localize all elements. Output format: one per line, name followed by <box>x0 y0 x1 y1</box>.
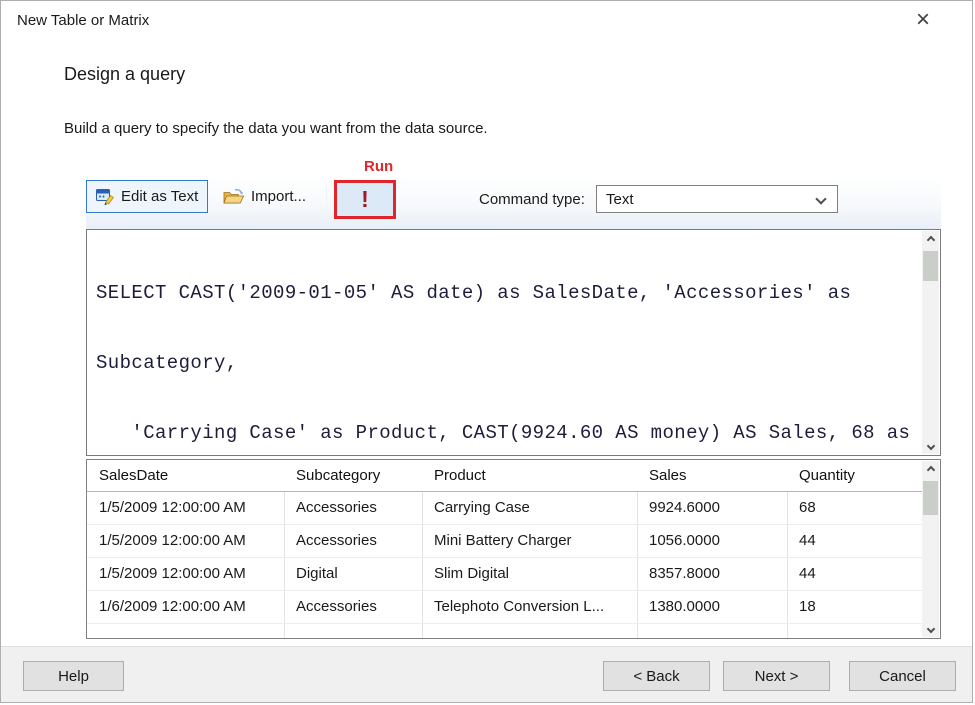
scrollbar-thumb[interactable] <box>923 481 938 515</box>
cell-salesdate: 1/5/2009 12:00:00 AM <box>87 525 284 558</box>
import-label: Import... <box>251 188 306 205</box>
import-button[interactable]: Import... <box>217 182 312 211</box>
page-title: Design a query <box>64 64 185 85</box>
cell-salesdate: 1/5/2009 12:00:00 AM <box>87 558 284 591</box>
cell-sales: 1380.0000 <box>637 591 787 624</box>
next-button[interactable]: Next > <box>723 661 830 691</box>
cell-quantity: 18 <box>787 591 923 624</box>
run-exclamation-icon: ! <box>361 188 369 211</box>
page-description: Build a query to specify the data you wa… <box>64 120 488 137</box>
results-vertical-scrollbar[interactable] <box>922 461 939 637</box>
column-header[interactable]: Product <box>422 460 637 492</box>
column-header[interactable]: Sales <box>637 460 787 492</box>
column-header[interactable]: SalesDate <box>87 460 284 492</box>
command-type-label: Command type: <box>479 191 585 208</box>
chevron-down-icon <box>815 193 826 204</box>
footer-bar: Help < Back Next > Cancel <box>1 646 973 703</box>
results-header-row: SalesDate Subcategory Product Sales Quan… <box>87 460 923 492</box>
query-text-editor[interactable]: SELECT CAST('2009-01-05' AS date) as Sal… <box>86 229 941 456</box>
cell-product: Carrying Case <box>422 492 637 525</box>
query-vertical-scrollbar[interactable] <box>922 231 939 454</box>
cell-quantity: 68 <box>787 492 923 525</box>
new-table-or-matrix-dialog: New Table or Matrix × Design a query Bui… <box>0 0 973 703</box>
table-row[interactable]: 1/5/2009 12:00:00 AM Digital Slim Digita… <box>87 558 923 591</box>
cell-product: Mini Battery Charger <box>422 525 637 558</box>
edit-as-text-button[interactable]: Edit as Text <box>86 180 208 213</box>
open-folder-icon <box>223 188 245 205</box>
column-header[interactable]: Subcategory <box>284 460 422 492</box>
table-row[interactable]: 1/5/2009 12:00:00 AM Accessories Mini Ba… <box>87 525 923 558</box>
toolbar-separator <box>326 185 327 210</box>
run-annotation-box: ! <box>334 180 396 219</box>
cell-salesdate: 1/6/2009 12:00:00 AM <box>87 591 284 624</box>
scroll-up-icon[interactable] <box>922 461 939 478</box>
command-type-dropdown[interactable]: Text <box>596 185 838 213</box>
edit-as-text-icon <box>96 188 115 205</box>
cancel-button[interactable]: Cancel <box>849 661 956 691</box>
dialog-title: New Table or Matrix <box>17 12 149 29</box>
table-row[interactable]: 1/5/2009 12:00:00 AM Accessories Carryin… <box>87 492 923 525</box>
query-text: SELECT CAST('2009-01-05' AS date) as Sal… <box>96 236 918 456</box>
scroll-down-icon[interactable] <box>922 437 939 454</box>
back-button[interactable]: < Back <box>603 661 710 691</box>
close-icon[interactable]: × <box>906 5 940 35</box>
cell-subcategory: Digital <box>284 558 422 591</box>
scroll-down-icon[interactable] <box>922 620 939 637</box>
edit-as-text-label: Edit as Text <box>121 188 198 205</box>
query-results-grid: SalesDate Subcategory Product Sales Quan… <box>86 459 941 639</box>
cell-sales: 8357.8000 <box>637 558 787 591</box>
run-annotation-label: Run <box>364 158 393 175</box>
cell-quantity: 44 <box>787 558 923 591</box>
column-header[interactable]: Quantity <box>787 460 923 492</box>
scrollbar-thumb[interactable] <box>923 251 938 281</box>
query-line: Subcategory, <box>96 352 918 375</box>
cell-sales: 9924.6000 <box>637 492 787 525</box>
table-row[interactable]: 1/6/2009 12:00:00 AM Accessories Telepho… <box>87 591 923 624</box>
cell-subcategory: Accessories <box>284 492 422 525</box>
cell-subcategory: Accessories <box>284 525 422 558</box>
run-button[interactable]: ! <box>337 183 393 216</box>
query-line: SELECT CAST('2009-01-05' AS date) as Sal… <box>96 282 918 305</box>
scroll-up-icon[interactable] <box>922 231 939 248</box>
query-line: 'Carrying Case' as Product, CAST(9924.60… <box>96 422 918 445</box>
cell-product: Telephoto Conversion L... <box>422 591 637 624</box>
cell-product: Slim Digital <box>422 558 637 591</box>
cell-sales: 1056.0000 <box>637 525 787 558</box>
help-button[interactable]: Help <box>23 661 124 691</box>
cell-quantity: 44 <box>787 525 923 558</box>
cell-salesdate: 1/5/2009 12:00:00 AM <box>87 492 284 525</box>
cell-subcategory: Accessories <box>284 591 422 624</box>
command-type-value: Text <box>606 191 634 208</box>
